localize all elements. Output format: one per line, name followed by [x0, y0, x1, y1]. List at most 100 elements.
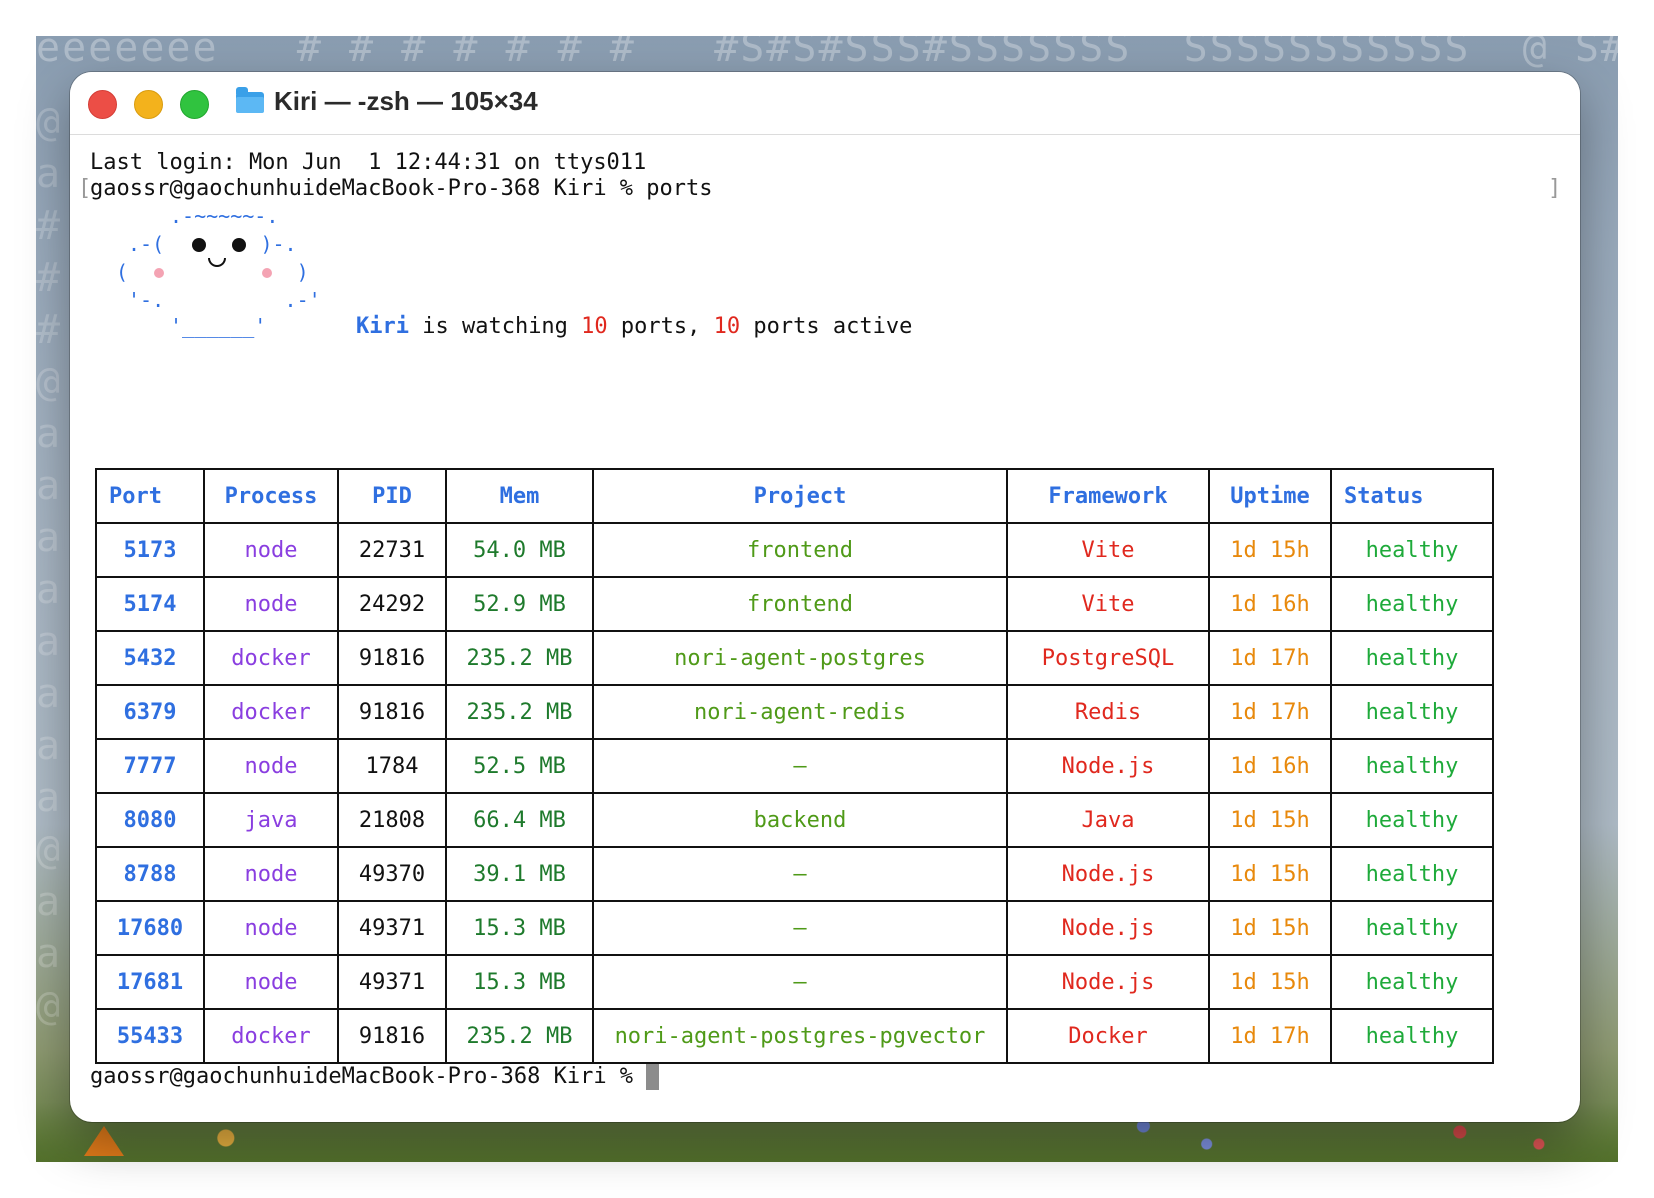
mem-cell: 15.3 MB [445, 954, 594, 1010]
pid-cell: 49371 [337, 954, 447, 1010]
title-bar[interactable]: Kiri — -zsh — 105×34 [70, 72, 1580, 135]
uptime-cell: 1d 15h [1208, 792, 1332, 848]
last-login-line: Last login: Mon Jun 1 12:44:31 on ttys01… [90, 150, 647, 175]
wallpaper-pattern-left: @ a # # # @ a a a a a a a a @ a a @ [36, 99, 63, 1029]
pid-cell: 22731 [337, 522, 447, 578]
status-cell: healthy [1330, 738, 1494, 794]
mem-cell: 235.2 MB [445, 630, 594, 686]
table-row: 5174 node 24292 52.9 MB frontend Vite 1d 16h he… [95, 576, 1494, 632]
mascot-line-2: .-( )-. [128, 232, 297, 256]
uptime-cell: 1d 16h [1208, 576, 1332, 632]
framework-cell: Vite [1006, 522, 1210, 578]
folder-icon [236, 87, 264, 113]
port-cell: 7777 [95, 738, 205, 794]
terminal-cursor [646, 1064, 659, 1090]
status-cell: healthy [1330, 576, 1494, 632]
project-cell: nori-agent-postgres-pgvector [592, 1008, 1008, 1064]
process-cell: docker [203, 684, 339, 740]
summary-active-count: 10 [713, 314, 741, 339]
mascot-line-4: '-. .-' [128, 288, 321, 312]
mascot-left-eye-icon [192, 238, 206, 252]
process-cell: docker [203, 630, 339, 686]
close-light-icon[interactable] [88, 90, 117, 119]
pid-cell: 21808 [337, 792, 447, 848]
table-row: 8080 java 21808 66.4 MB backend Java 1d 15h hea… [95, 792, 1494, 848]
port-cell: 6379 [95, 684, 205, 740]
table-row: 6379 docker 91816 235.2 MB nori-agent-redis R… [95, 684, 1494, 740]
framework-cell: Redis [1006, 684, 1210, 740]
zoom-light-icon[interactable] [180, 90, 209, 119]
project-cell: – [592, 954, 1008, 1010]
process-cell: node [203, 846, 339, 902]
summary-watching-count: 10 [581, 314, 608, 339]
project-cell: frontend [592, 576, 1008, 632]
status-cell: healthy [1330, 684, 1494, 740]
uptime-cell: 1d 15h [1208, 954, 1332, 1010]
process-cell: java [203, 792, 339, 848]
status-cell: healthy [1330, 900, 1494, 956]
framework-cell: Java [1006, 792, 1210, 848]
project-cell: nori-agent-postgres [592, 630, 1008, 686]
mem-cell: 52.5 MB [445, 738, 594, 794]
project-cell: nori-agent-redis [592, 684, 1008, 740]
port-cell: 55433 [95, 1008, 205, 1064]
status-cell: healthy [1330, 522, 1494, 578]
framework-cell: Docker [1006, 1008, 1210, 1064]
project-cell: – [592, 846, 1008, 902]
status-cell: healthy [1330, 1008, 1494, 1064]
uptime-cell: 1d 17h [1208, 630, 1332, 686]
port-cell: 5173 [95, 522, 205, 578]
terminal-window: Kiri — -zsh — 105×34 Last login: Mon Jun… [70, 72, 1580, 1122]
port-cell: 8788 [95, 846, 205, 902]
framework-cell: Node.js [1006, 900, 1210, 956]
mascot-line-5: '______' [170, 314, 267, 338]
table-row: 55433 docker 91816 235.2 MB nori-agent-postg… [95, 1008, 1494, 1064]
framework-cell: Node.js [1006, 954, 1210, 1010]
mem-cell: 39.1 MB [445, 846, 594, 902]
process-cell: node [203, 738, 339, 794]
uptime-cell: 1d 15h [1208, 900, 1332, 956]
project-cell: – [592, 738, 1008, 794]
mem-cell: 52.9 MB [445, 576, 594, 632]
minimize-light-icon[interactable] [134, 90, 163, 119]
uptime-cell: 1d 15h [1208, 846, 1332, 902]
pid-cell: 91816 [337, 630, 447, 686]
status-cell: healthy [1330, 792, 1494, 848]
table-row: 5432 docker 91816 235.2 MB nori-agent-postgr… [95, 630, 1494, 686]
close-bracket: ] [1548, 176, 1562, 201]
mascot-right-eye-icon [232, 238, 246, 252]
process-cell: node [203, 900, 339, 956]
pid-cell: 1784 [337, 738, 447, 794]
project-cell: backend [592, 792, 1008, 848]
final-prompt-line: gaossr@gaochunhuideMacBook-Pro-368 Kiri … [90, 1064, 634, 1089]
header-status: Status [1330, 468, 1494, 524]
window-title: Kiri — -zsh — 105×34 [274, 86, 538, 116]
pid-cell: 91816 [337, 1008, 447, 1064]
process-cell: node [203, 576, 339, 632]
header-framework: Framework [1006, 468, 1210, 524]
summary-text-3: ports active [740, 314, 913, 339]
mem-cell: 15.3 MB [445, 900, 594, 956]
framework-cell: Node.js [1006, 846, 1210, 902]
uptime-cell: 1d 16h [1208, 738, 1332, 794]
process-cell: node [203, 954, 339, 1010]
status-cell: healthy [1330, 846, 1494, 902]
header-mem: Mem [445, 468, 594, 524]
terminal-content[interactable]: Last login: Mon Jun 1 12:44:31 on ttys01… [70, 134, 1580, 1122]
project-cell: – [592, 900, 1008, 956]
mascot-right-blush-icon [262, 268, 272, 278]
mem-cell: 235.2 MB [445, 1008, 594, 1064]
table-row: 7777 node 1784 52.5 MB – Node.js 1d 16h healthy [95, 738, 1494, 794]
header-uptime: Uptime [1208, 468, 1332, 524]
table-header-row: Port Process PID Mem Project Framework U… [95, 468, 1494, 524]
process-cell: node [203, 522, 339, 578]
process-cell: docker [203, 1008, 339, 1064]
mascot-line-1: .-~~~~~-. [170, 204, 279, 228]
pid-cell: 49371 [337, 900, 447, 956]
uptime-cell: 1d 17h [1208, 1008, 1332, 1064]
mem-cell: 66.4 MB [445, 792, 594, 848]
watch-summary: Kiri is watching 10 ports, 10 ports acti… [356, 314, 912, 339]
pid-cell: 49370 [337, 846, 447, 902]
mem-cell: 54.0 MB [445, 522, 594, 578]
uptime-cell: 1d 15h [1208, 522, 1332, 578]
